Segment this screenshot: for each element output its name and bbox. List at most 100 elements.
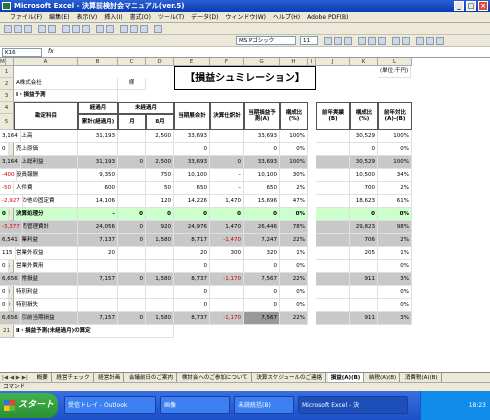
cell-h-8[interactable]: 33,693 — [244, 156, 280, 169]
cell-g-9[interactable]: – — [210, 169, 244, 182]
new-icon[interactable] — [4, 25, 12, 33]
cell-c-8[interactable]: 31,193 — [78, 156, 118, 169]
align-left-icon[interactable] — [358, 37, 366, 45]
cell-d-10[interactable] — [118, 182, 146, 195]
menu-adobe-pdf[interactable]: Adobe PDF(B) — [307, 14, 348, 21]
cell-k-9[interactable]: 10,500 — [350, 169, 378, 182]
undo-icon[interactable] — [96, 25, 104, 33]
cell-c-13[interactable]: 24,056 — [78, 221, 118, 234]
sheet-tab-plan[interactable]: 経営計画 — [95, 373, 125, 382]
row-header-3[interactable]: 3 — [0, 90, 14, 102]
chart-wizard-icon[interactable] — [140, 25, 148, 33]
menu-view[interactable]: 表示(V) — [76, 14, 97, 21]
column-header-d[interactable]: D — [146, 58, 174, 66]
cell-j-14[interactable] — [316, 234, 350, 247]
menu-tools[interactable]: ツール(T) — [158, 14, 184, 21]
cell-d-20[interactable]: 0 — [118, 312, 146, 325]
cell-f-19[interactable]: 0 — [174, 299, 210, 312]
cell-e-7[interactable] — [146, 143, 174, 156]
cell-c-7[interactable] — [78, 143, 118, 156]
cell-g-12[interactable]: 0 — [210, 208, 244, 221]
column-header-k[interactable]: K — [350, 58, 378, 66]
row-label[interactable]: その他の固定費 — [14, 195, 78, 208]
cell-l-18[interactable]: 0% — [378, 286, 412, 299]
cell-j-15[interactable] — [316, 247, 350, 260]
menu-file[interactable]: ファイル(F) — [10, 14, 42, 21]
cell-c-18[interactable] — [78, 286, 118, 299]
cell-c-19[interactable] — [78, 299, 118, 312]
cell-j-8[interactable] — [316, 156, 350, 169]
cut-icon[interactable] — [62, 25, 70, 33]
cell-e-11[interactable]: 120 — [146, 195, 174, 208]
cell-m-10[interactable]: -50 — [0, 182, 14, 195]
row-header-21[interactable]: 21 — [0, 325, 14, 338]
row-label[interactable]: 役員報酬 — [14, 169, 78, 182]
sheet-tab-meeting-notice[interactable]: 会議前日のご案内 — [126, 373, 178, 382]
cell-i-20[interactable]: 22% — [280, 312, 308, 325]
cell-k-17[interactable]: 911 — [350, 273, 378, 286]
cell-k-13[interactable]: 29,823 — [350, 221, 378, 234]
sheet-tab-participation[interactable]: 検討会へのご参加について — [179, 373, 252, 382]
sheet-tab-overview[interactable]: 概要 — [34, 373, 52, 382]
column-header-h[interactable]: H — [280, 58, 308, 66]
italic-icon[interactable] — [334, 37, 342, 45]
cell-l-15[interactable]: 1% — [378, 247, 412, 260]
cell-d-16[interactable] — [118, 260, 146, 273]
row-header-2[interactable]: 2 — [0, 78, 14, 90]
cell-d-14[interactable]: 0 — [118, 234, 146, 247]
autosum-icon[interactable] — [120, 25, 128, 33]
cell-m-18[interactable]: 0 — [0, 286, 9, 299]
row-header-5[interactable]: 5 — [0, 114, 14, 130]
cell-e-15[interactable] — [146, 247, 174, 260]
cell-i-6[interactable]: 100% — [280, 130, 308, 143]
cell-l-13[interactable]: 98% — [378, 221, 412, 234]
cell-j-13[interactable] — [316, 221, 350, 234]
cell-j-16[interactable] — [316, 260, 350, 273]
percent-icon[interactable] — [402, 37, 410, 45]
taskbar-item-unread[interactable]: 未読統括(B) — [234, 396, 294, 414]
cell-i-7[interactable]: 0% — [280, 143, 308, 156]
cell-m-12[interactable]: 0 — [0, 208, 9, 221]
cell-c-11[interactable]: 14,106 — [78, 195, 118, 208]
cell-i-8[interactable]: 100% — [280, 156, 308, 169]
cell-g-20[interactable]: -1,170 — [210, 312, 244, 325]
cell-m-9[interactable]: -400 — [0, 169, 18, 182]
cell-c-9[interactable]: 9,350 — [78, 169, 118, 182]
menu-data[interactable]: データ(D) — [191, 14, 218, 21]
cell-f-18[interactable]: 0 — [174, 286, 210, 299]
cell-g-13[interactable]: 1,470 — [210, 221, 244, 234]
row-label[interactable]: 人件費 — [14, 182, 78, 195]
cell-c-12[interactable]: – — [78, 208, 118, 221]
cell-e-16[interactable] — [146, 260, 174, 273]
cell-k-11[interactable]: 18,623 — [350, 195, 378, 208]
cell-e-10[interactable]: 50 — [146, 182, 174, 195]
cell-l-20[interactable]: 3% — [378, 312, 412, 325]
cell-i-11[interactable]: 47% — [280, 195, 308, 208]
cell-f-11[interactable]: 14,226 — [174, 195, 210, 208]
font-name-select[interactable]: MS Pゴシック — [236, 36, 296, 45]
cell-c-15[interactable]: 20 — [78, 247, 118, 260]
cell-f-7[interactable]: 0 — [174, 143, 210, 156]
cell-g-6[interactable] — [210, 130, 244, 143]
cell-h-13[interactable]: 26,446 — [244, 221, 280, 234]
column-header-c[interactable]: C — [118, 58, 146, 66]
cell-j-12[interactable] — [316, 208, 350, 221]
row-label[interactable]: 特別利益 — [14, 286, 78, 299]
menu-format[interactable]: 書式(O) — [130, 14, 151, 21]
taskbar-item-excel[interactable]: Microsoft Excel - 決 — [298, 396, 408, 414]
paste-icon[interactable] — [82, 25, 90, 33]
cell-h-19[interactable]: 0 — [244, 299, 280, 312]
cell-m-8[interactable]: 3,164 — [0, 156, 21, 169]
cell-m-15[interactable]: 115 — [0, 247, 16, 260]
row-header-4[interactable]: 4 — [0, 102, 14, 114]
cell-h-17[interactable]: 7,567 — [244, 273, 280, 286]
cell-h-16[interactable]: 0 — [244, 260, 280, 273]
cell-j-17[interactable] — [316, 273, 350, 286]
cell-m-14[interactable]: 6,541 — [0, 234, 21, 247]
taskbar-item-images[interactable]: 画像 — [160, 396, 230, 414]
cell-g-11[interactable]: 1,470 — [210, 195, 244, 208]
cell-j-7[interactable] — [316, 143, 350, 156]
clock[interactable]: 18:23 — [469, 402, 486, 409]
column-header-f[interactable]: F — [210, 58, 244, 66]
row-label[interactable]: 税引前当期損益 — [14, 312, 78, 325]
